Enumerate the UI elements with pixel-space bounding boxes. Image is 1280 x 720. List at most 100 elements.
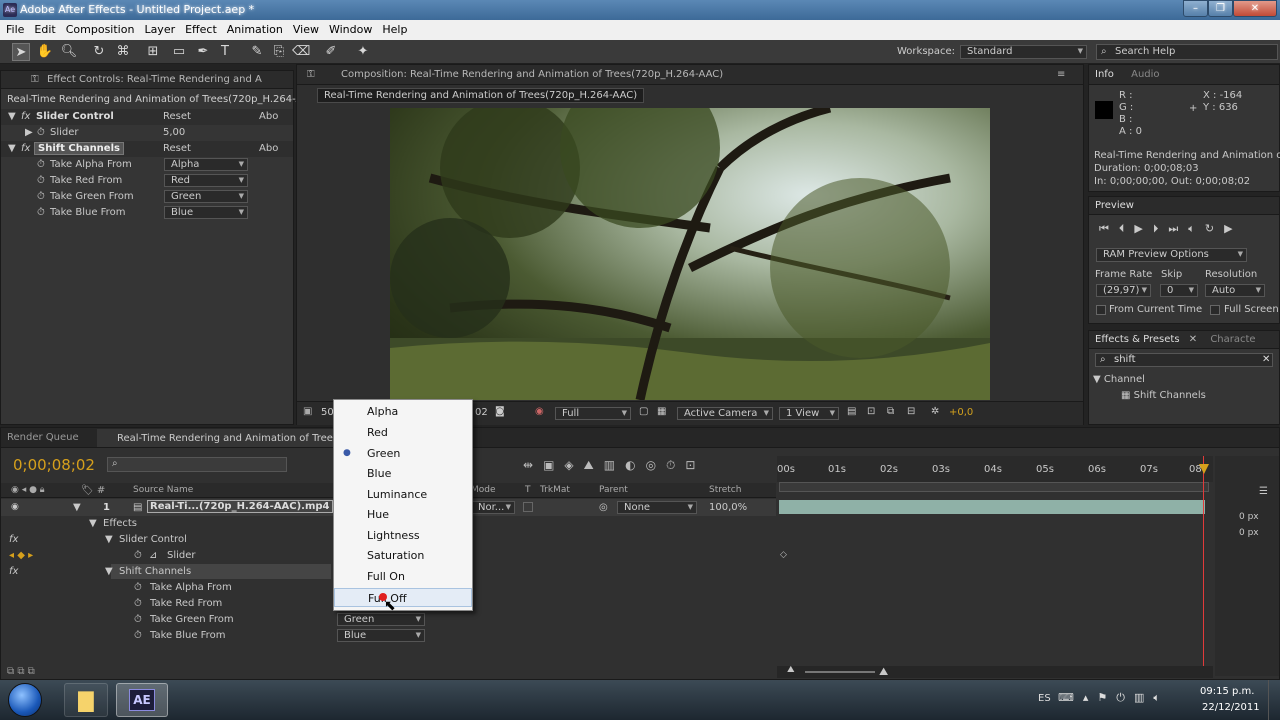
- expand-arrow-icon[interactable]: ▼: [73, 502, 81, 513]
- graph-editor-icon[interactable]: ⊡: [685, 458, 705, 472]
- render-queue-tab[interactable]: Render Queue: [7, 432, 79, 443]
- character-tab[interactable]: Characte: [1210, 334, 1255, 345]
- camera-dropdown[interactable]: Active Camera: [677, 407, 773, 420]
- option-saturation[interactable]: Saturation: [334, 546, 472, 565]
- clone-stamp-tool-icon[interactable]: ⎘: [270, 43, 288, 61]
- stopwatch-icon[interactable]: ⏱: [134, 598, 142, 609]
- expand-arrow-icon[interactable]: ▼: [105, 566, 113, 577]
- type-tool-icon[interactable]: T: [216, 43, 234, 61]
- time-ruler[interactable]: 00s 01s 02s 03s 04s 05s 06s 07s 08: [777, 456, 1213, 482]
- volume-icon[interactable]: 🔈︎: [1153, 691, 1169, 704]
- show-desktop-button[interactable]: [1268, 680, 1280, 720]
- live-update-icon[interactable]: ▣: [543, 458, 564, 472]
- stopwatch-icon[interactable]: ⏱: [37, 127, 45, 138]
- parent-dropdown[interactable]: None: [617, 501, 697, 514]
- take-blue-dropdown[interactable]: Blue: [164, 206, 248, 219]
- keyframe-icon[interactable]: ◇: [780, 550, 787, 560]
- zoom-in-icon[interactable]: ⛰: [879, 665, 888, 679]
- ram-preview-options-dropdown[interactable]: RAM Preview Options: [1096, 248, 1247, 262]
- auto-keyframe-icon[interactable]: ⏱: [666, 458, 685, 472]
- expand-arrow-icon[interactable]: ▼: [89, 518, 97, 529]
- ram-preview-icon[interactable]: ▶: [1224, 222, 1242, 235]
- info-tab[interactable]: Info: [1095, 69, 1114, 80]
- current-time-indicator[interactable]: [1203, 456, 1204, 666]
- fx-icon[interactable]: fx: [21, 143, 30, 154]
- menu-effect[interactable]: Effect: [185, 23, 217, 36]
- close-tab-icon[interactable]: ✕: [1189, 334, 1197, 345]
- view-dropdown[interactable]: 1 View: [779, 407, 839, 420]
- start-button[interactable]: [8, 683, 42, 717]
- stopwatch-icon[interactable]: ⏱: [134, 582, 142, 593]
- brainstorm-icon[interactable]: ◎: [646, 458, 666, 472]
- keyframe-navigator-icon[interactable]: ◂ ◆ ▸: [9, 550, 33, 561]
- menu-file[interactable]: File: [6, 23, 24, 36]
- menu-window[interactable]: Window: [329, 23, 372, 36]
- stopwatch-icon[interactable]: ⏱: [37, 191, 45, 202]
- option-green[interactable]: ● Green: [334, 444, 472, 463]
- roto-brush-tool-icon[interactable]: ✐: [322, 43, 340, 61]
- column-stretch[interactable]: Stretch: [709, 485, 741, 495]
- resolution-dropdown[interactable]: Full: [555, 407, 631, 420]
- motion-blur-icon[interactable]: ◐: [625, 458, 645, 472]
- language-indicator[interactable]: ES: [1038, 693, 1051, 704]
- pickwhip-icon[interactable]: ◎: [599, 502, 608, 513]
- channels-icon[interactable]: ◉: [535, 406, 544, 417]
- expand-arrow-icon[interactable]: ▼: [105, 534, 113, 545]
- slider-control-reset-link[interactable]: Reset: [163, 111, 191, 122]
- next-frame-icon[interactable]: ⏵: [1153, 222, 1169, 235]
- menu-animation[interactable]: Animation: [227, 23, 283, 36]
- work-area-bar[interactable]: [779, 482, 1209, 492]
- slider-value[interactable]: 5,00: [163, 127, 185, 138]
- layer-mode-dropdown[interactable]: Nor...: [471, 501, 515, 514]
- exposure-value[interactable]: +0,0: [949, 407, 973, 418]
- column-mode[interactable]: Mode: [471, 485, 496, 495]
- zoom-value[interactable]: 50: [321, 407, 334, 418]
- composition-tab[interactable]: ⚿ Composition: Real-Time Rendering and A…: [297, 65, 1083, 85]
- zoom-slider[interactable]: [805, 671, 875, 673]
- zoom-tool-icon[interactable]: 🔍︎: [60, 43, 78, 61]
- chevron-up-icon[interactable]: ▴: [1083, 691, 1098, 704]
- option-red[interactable]: Red: [334, 423, 472, 442]
- minimize-button[interactable]: –: [1183, 0, 1208, 17]
- menu-edit[interactable]: Edit: [34, 23, 55, 36]
- stopwatch-icon[interactable]: ⏱: [37, 175, 45, 186]
- graph-icon[interactable]: ⊿: [149, 550, 157, 561]
- clock-time[interactable]: 09:15 p.m.: [1200, 686, 1254, 697]
- current-time-display[interactable]: 0;00;08;02: [13, 456, 95, 474]
- option-hue[interactable]: Hue: [334, 505, 472, 524]
- layer-name[interactable]: Real-Ti...(720p_H.264-AAC).mp4: [147, 500, 333, 513]
- clear-search-icon[interactable]: ✕: [1262, 354, 1270, 366]
- slider-control-effect-name[interactable]: Slider Control: [36, 111, 114, 122]
- menu-help[interactable]: Help: [382, 23, 407, 36]
- slider-control-about-link[interactable]: Abo: [259, 111, 278, 122]
- power-icon[interactable]: ⏻: [1116, 691, 1134, 704]
- preview-tab[interactable]: Preview: [1089, 197, 1279, 215]
- menu-composition[interactable]: Composition: [66, 23, 135, 36]
- zoom-out-icon[interactable]: ⛰: [787, 665, 795, 675]
- previous-frame-icon[interactable]: ⏴: [1119, 222, 1135, 235]
- take-green-dropdown[interactable]: Green: [337, 613, 425, 626]
- close-button[interactable]: ✕: [1233, 0, 1277, 17]
- shift-channels-reset-link[interactable]: Reset: [163, 143, 191, 154]
- comp-mini-flowchart-icon[interactable]: ⇹: [523, 458, 543, 472]
- skip-dropdown[interactable]: 0: [1160, 284, 1198, 297]
- clock-date[interactable]: 22/12/2011: [1202, 702, 1260, 713]
- stopwatch-icon[interactable]: ⏱: [134, 550, 142, 561]
- expand-arrow-icon[interactable]: ▼: [8, 143, 16, 154]
- menu-layer[interactable]: Layer: [144, 23, 175, 36]
- stopwatch-icon[interactable]: ⏱: [37, 207, 45, 218]
- effect-controls-tab[interactable]: ⚿ Effect Controls: Real-Time Rendering a…: [1, 71, 293, 89]
- frame-value[interactable]: 02: [475, 407, 488, 418]
- toggle-pixel-icon[interactable]: ▤: [847, 406, 856, 417]
- network-icon[interactable]: ▥: [1134, 691, 1153, 704]
- search-help-input[interactable]: ⌕ Search Help: [1096, 44, 1278, 60]
- take-red-dropdown[interactable]: Red: [164, 174, 248, 187]
- first-frame-icon[interactable]: ⏮: [1099, 222, 1119, 235]
- flag-icon[interactable]: ⚑: [1097, 691, 1116, 704]
- option-blue[interactable]: Blue: [334, 464, 472, 483]
- layer-duration-bar[interactable]: [779, 500, 1205, 514]
- loop-icon[interactable]: ↻: [1205, 222, 1224, 235]
- brush-tool-icon[interactable]: ✎: [248, 43, 266, 61]
- stretch-value[interactable]: 100,0%: [709, 502, 747, 513]
- composition-subtab[interactable]: Real-Time Rendering and Animation of Tre…: [317, 88, 645, 103]
